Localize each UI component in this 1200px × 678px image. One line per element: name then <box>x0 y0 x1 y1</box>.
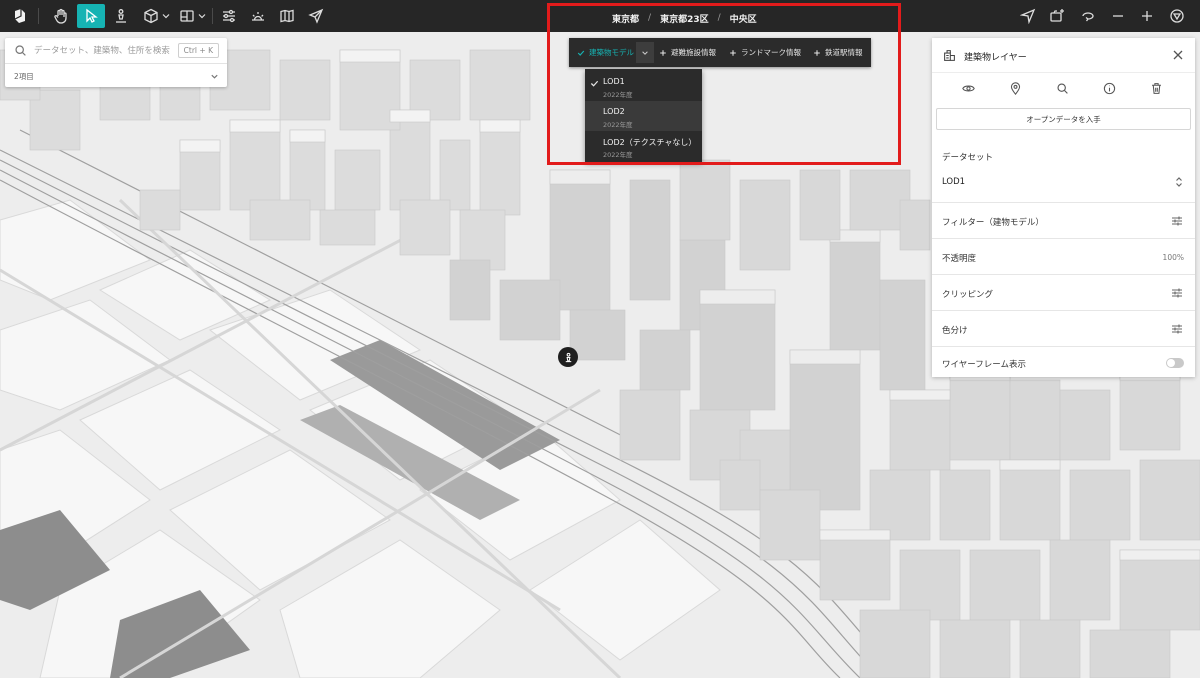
check-icon <box>577 50 585 56</box>
sliders-icon[interactable] <box>218 4 240 28</box>
search-panel: Ctrl + K 2項目 <box>5 38 227 87</box>
toolbar-divider <box>38 8 39 24</box>
breadcrumb-item[interactable]: 東京都23区 <box>660 12 709 25</box>
cursor-arrow-icon[interactable] <box>77 4 105 28</box>
opacity-value: 100% <box>1162 253 1184 262</box>
tab-landmark[interactable]: ランドマーク情報 <box>729 38 801 67</box>
keyboard-shortcut-badge: Ctrl + K <box>177 43 219 58</box>
wireframe-toggle[interactable] <box>1166 358 1184 368</box>
building-layer-icon <box>944 50 955 61</box>
adjust-sliders-icon[interactable] <box>1171 287 1183 299</box>
lod-option-label: LOD2（テクスチャなし） <box>603 138 697 147</box>
close-icon[interactable] <box>1172 49 1184 61</box>
panel-action-icons <box>932 74 1195 104</box>
layer-tab-bar: 建築物モデル 避難施設情報 ランドマーク情報 鉄道駅情報 <box>569 38 871 67</box>
eye-icon[interactable] <box>962 82 975 95</box>
chevron-up-down-icon[interactable] <box>1175 176 1183 188</box>
book-map-icon[interactable] <box>276 4 298 28</box>
row-label: 色分け <box>942 326 968 336</box>
tab-evacuation-facility[interactable]: 避難施設情報 <box>659 38 716 67</box>
map-style-icon[interactable] <box>176 4 208 28</box>
dataset-select[interactable]: LOD1 <box>942 177 965 187</box>
lod-option-label: LOD2 <box>603 107 625 116</box>
result-count-row[interactable]: 2項目 <box>5 65 227 87</box>
map-marker-pedestrian-icon[interactable] <box>558 347 578 367</box>
building-layer-panel: 建築物レイヤー オープンデータを入手 データセット LOD1 フィルター（建物モ… <box>932 38 1195 377</box>
tab-label: ランドマーク情報 <box>741 48 801 57</box>
wireframe-row: ワイヤーフレーム表示 <box>932 346 1195 377</box>
breadcrumb-separator: / <box>717 13 721 23</box>
paper-plane-icon[interactable] <box>305 4 327 28</box>
info-icon[interactable] <box>1103 82 1116 95</box>
hand-icon[interactable] <box>48 4 74 28</box>
search-icon <box>15 45 26 56</box>
reearth-logo-icon[interactable] <box>8 4 32 28</box>
clipping-row[interactable]: クリッピング <box>932 274 1195 310</box>
search-icon[interactable] <box>1056 82 1069 95</box>
get-open-data-button[interactable]: オープンデータを入手 <box>936 108 1191 130</box>
minus-icon[interactable] <box>1108 4 1128 28</box>
row-label: フィルター（建物モデル） <box>942 218 1044 228</box>
adjust-sliders-icon[interactable] <box>1171 215 1183 227</box>
dataset-label: データセット <box>942 153 994 163</box>
plus-icon[interactable] <box>1137 4 1157 28</box>
search-input[interactable] <box>34 43 182 59</box>
adjust-sliders-icon[interactable] <box>1171 323 1183 335</box>
result-count: 2項目 <box>14 72 34 81</box>
tab-label: 鉄道駅情報 <box>825 48 863 57</box>
breadcrumb-item[interactable]: 東京都 <box>612 12 639 25</box>
search-bar: Ctrl + K <box>5 38 227 64</box>
breadcrumb: 東京都 / 東京都23区 / 中央区 <box>612 0 757 36</box>
sunrise-icon[interactable] <box>247 4 269 28</box>
color-coding-row[interactable]: 色分け <box>932 310 1195 346</box>
trash-icon[interactable] <box>1150 82 1163 95</box>
row-label: クリッピング <box>942 290 994 300</box>
lod-option-year: 2022年度 <box>603 121 633 129</box>
chevron-down-icon <box>211 74 218 79</box>
plus-icon <box>660 49 666 56</box>
breadcrumb-item[interactable]: 中央区 <box>730 12 757 25</box>
rotate-icon[interactable] <box>1078 4 1098 28</box>
camera-plus-icon[interactable] <box>1046 4 1068 28</box>
lod-option-lod2-no-texture[interactable]: LOD2（テクスチャなし） 2022年度 <box>585 131 702 161</box>
breadcrumb-separator: / <box>648 13 652 23</box>
map-pin-icon[interactable] <box>1009 82 1022 95</box>
lod-option-year: 2022年度 <box>603 91 633 99</box>
toolbar-divider <box>212 8 213 24</box>
tab-building-model[interactable]: 建築物モデル <box>577 38 634 67</box>
tab-label: 避難施設情報 <box>671 48 716 57</box>
tab-railway-station[interactable]: 鉄道駅情報 <box>813 38 863 67</box>
lod-option-lod1[interactable]: LOD1 2022年度 <box>585 71 702 101</box>
lod-dropdown-menu: LOD1 2022年度 LOD2 2022年度 LOD2（テクスチャなし） 20… <box>585 69 702 162</box>
pedestrian-icon[interactable] <box>108 4 134 28</box>
row-label: ワイヤーフレーム表示 <box>942 360 1026 370</box>
lod-option-label: LOD1 <box>603 77 625 86</box>
lod-option-lod2[interactable]: LOD2 2022年度 <box>585 101 702 131</box>
opacity-row[interactable]: 不透明度 100% <box>932 238 1195 274</box>
plus-icon <box>814 49 820 56</box>
filter-row[interactable]: フィルター（建物モデル） <box>932 202 1195 238</box>
check-icon <box>590 80 599 87</box>
row-label: 不透明度 <box>942 254 977 264</box>
building-model-dropdown-toggle[interactable] <box>636 42 654 63</box>
tab-label: 建築物モデル <box>589 48 634 57</box>
compass-icon[interactable] <box>1167 4 1187 28</box>
panel-header: 建築物レイヤー <box>932 38 1195 73</box>
chevron-down-icon <box>642 50 648 55</box>
cube-icon[interactable] <box>140 4 172 28</box>
top-toolbar: 東京都 / 東京都23区 / 中央区 <box>0 0 1200 32</box>
lod-option-year: 2022年度 <box>603 151 633 159</box>
panel-title: 建築物レイヤー <box>964 53 1027 63</box>
navigate-arrow-icon[interactable] <box>1018 4 1038 28</box>
plus-icon <box>730 49 736 56</box>
